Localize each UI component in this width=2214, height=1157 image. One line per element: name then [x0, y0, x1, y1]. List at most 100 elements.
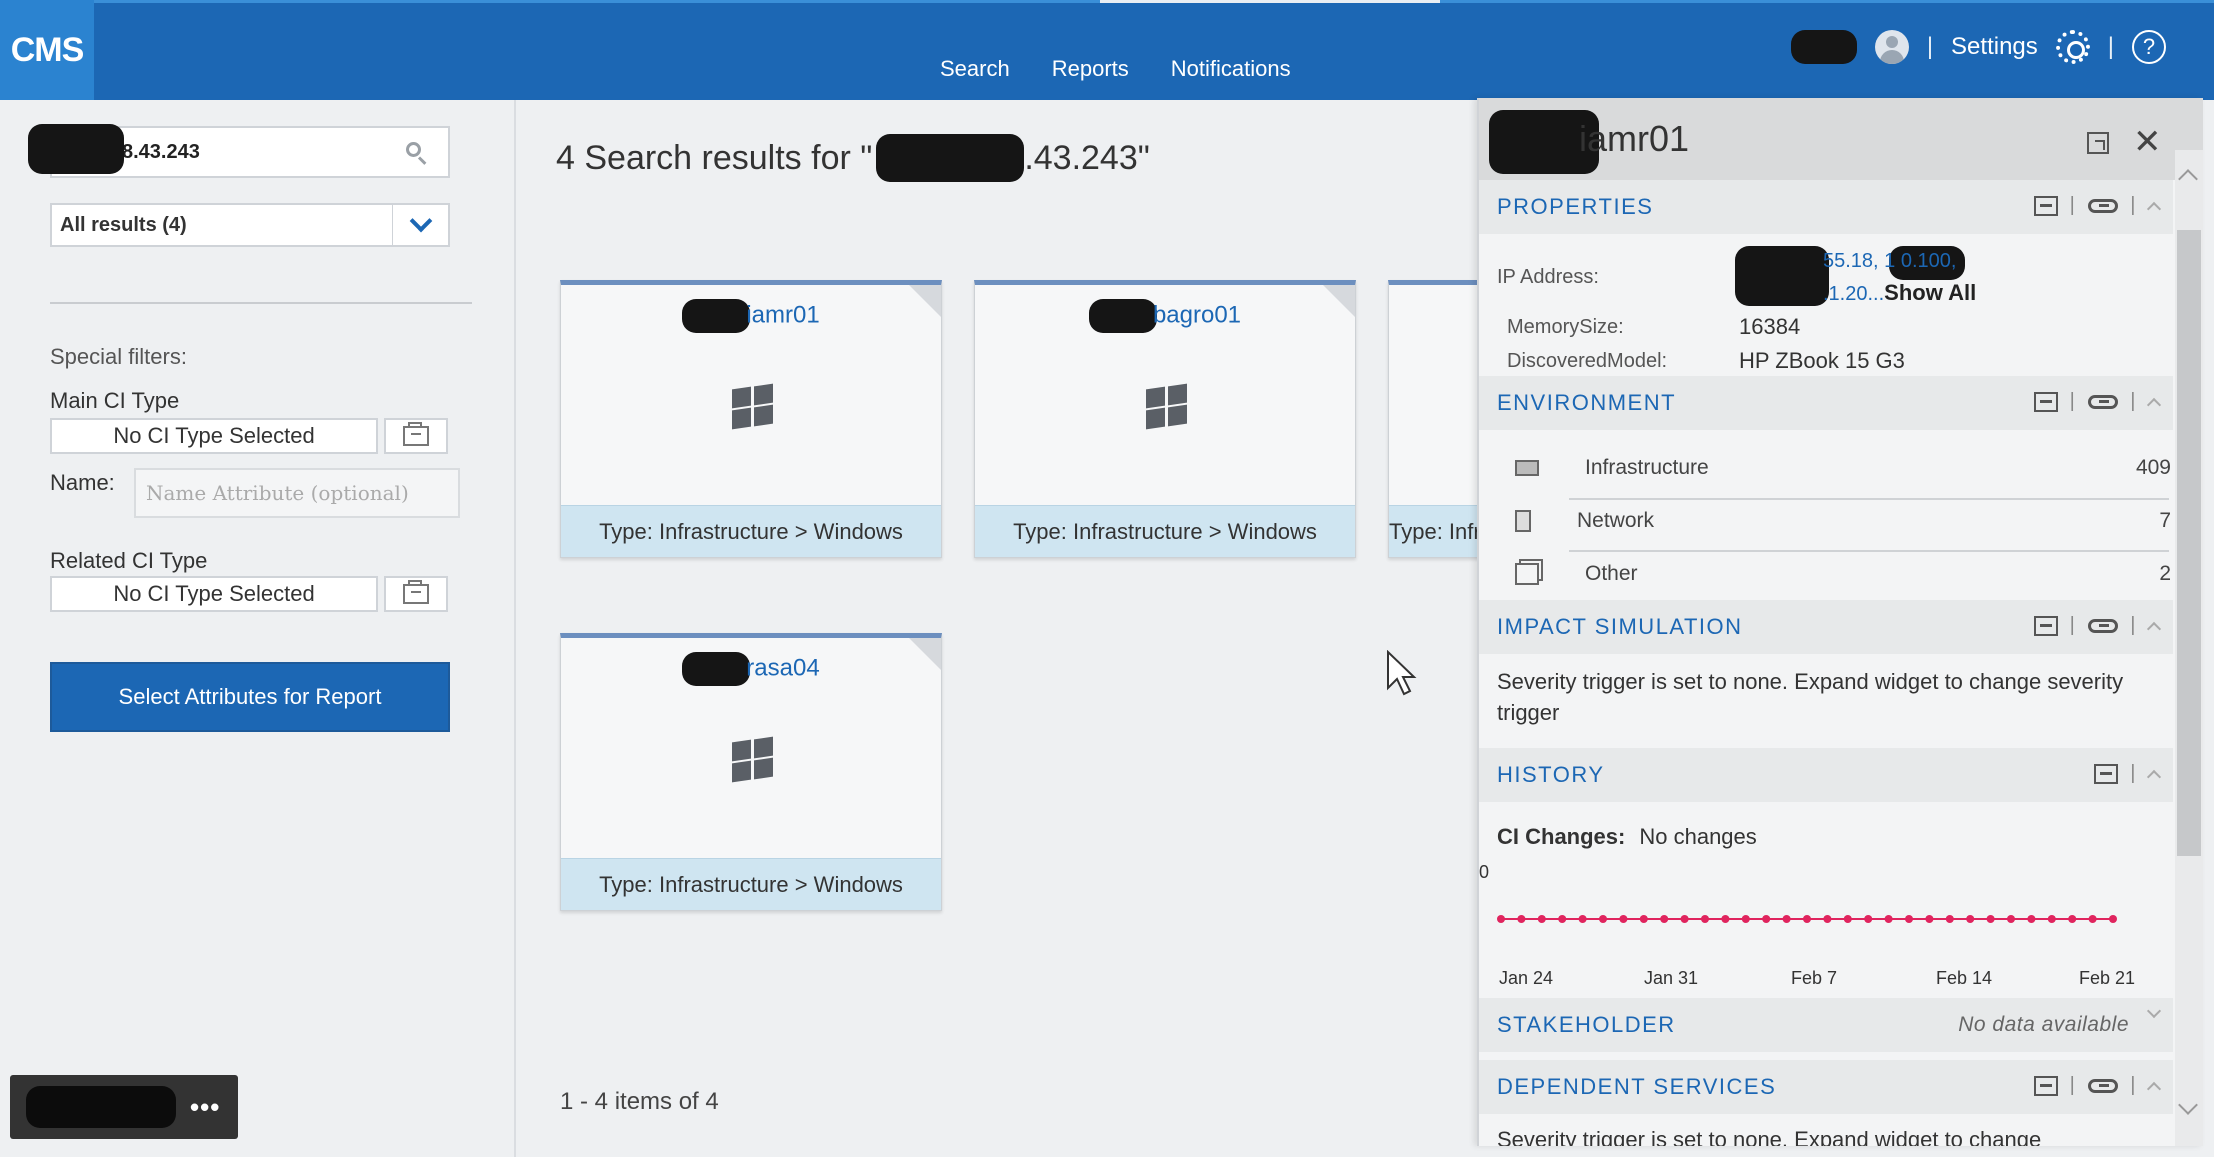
dependent-services-header[interactable]: DEPENDENT SERVICES | |	[1479, 1060, 2173, 1114]
history-point	[1884, 915, 1893, 923]
history-point	[1986, 915, 1995, 923]
history-axis-zero: 0	[1479, 862, 1490, 882]
link-icon[interactable]	[2088, 618, 2119, 633]
redacted-name	[682, 299, 751, 333]
impact-simulation-header[interactable]: IMPACT SIMULATION | |	[1479, 600, 2173, 654]
cms-logo[interactable]: CMS	[0, 0, 94, 100]
card-name[interactable]: rasa04	[561, 652, 941, 686]
count: 2	[2159, 562, 2171, 585]
main-nav: Search Reports Notifications	[940, 56, 1291, 82]
history-point	[1578, 915, 1587, 923]
section-tools: | |	[2033, 614, 2162, 637]
nav-reports[interactable]: Reports	[1052, 56, 1129, 82]
results-filter-select[interactable]: All results (4)	[50, 203, 450, 247]
environment-row-network[interactable]: Network 7	[1501, 495, 2171, 547]
export-icon[interactable]	[2033, 195, 2058, 216]
collapse-icon[interactable]	[2146, 201, 2162, 216]
history-point	[2109, 915, 2117, 923]
redacted-user	[26, 1086, 176, 1128]
windows-icon	[732, 383, 774, 430]
name-label: Name:	[50, 470, 115, 495]
link-icon[interactable]	[2088, 394, 2119, 409]
pager-text: 1 - 4 items of 4	[560, 1088, 719, 1115]
related-ci-type-picker-button[interactable]	[384, 576, 448, 612]
history-point	[1966, 915, 1975, 923]
history-point	[1537, 915, 1546, 923]
search-input[interactable]: 8.43.243	[28, 124, 450, 178]
link-icon[interactable]	[2088, 1078, 2119, 1093]
environment-header[interactable]: ENVIRONMENT | |	[1479, 376, 2173, 430]
name-attribute-input[interactable]: Name Attribute (optional)	[134, 468, 460, 518]
search-icon[interactable]	[406, 142, 428, 165]
history-point	[1680, 915, 1689, 923]
gear-icon[interactable]	[2055, 30, 2090, 64]
detail-scrollbar[interactable]	[2175, 150, 2203, 1146]
stakeholder-header[interactable]: STAKEHOLDER No data available	[1479, 998, 2173, 1052]
history-point	[1925, 915, 1934, 923]
redacted-ip	[876, 134, 1025, 182]
nav-search[interactable]: Search	[940, 56, 1010, 82]
history-point	[2068, 915, 2077, 923]
result-card[interactable]: bagro01 Type: Infrastructure > Windows	[974, 280, 1356, 558]
ip-address-more: .1.20...Show All	[1823, 280, 1977, 305]
count: 7	[2159, 509, 2171, 532]
history-point	[1497, 915, 1505, 923]
user-status-bar[interactable]: •••	[10, 1075, 238, 1139]
export-icon[interactable]	[2033, 615, 2058, 636]
help-icon[interactable]: ?	[2132, 30, 2166, 64]
nav-notifications[interactable]: Notifications	[1171, 56, 1291, 82]
card-name[interactable]: bagro01	[975, 299, 1355, 333]
expand-icon[interactable]	[2146, 1003, 2162, 1019]
collapse-icon[interactable]	[2146, 769, 2162, 784]
search-input-value: 8.43.243	[122, 140, 200, 163]
scroll-thumb[interactable]	[2177, 230, 2201, 856]
discovered-model-value: HP ZBook 15 G3	[1739, 348, 1905, 373]
collapse-icon[interactable]	[2146, 621, 2162, 636]
network-device-icon	[1515, 510, 1531, 532]
collapse-icon[interactable]	[2146, 1081, 2162, 1096]
result-card[interactable]: rasa04 Type: Infrastructure > Windows	[560, 633, 942, 911]
card-type-label: Type: Infrastructure > Windows	[561, 858, 941, 910]
history-point	[2007, 915, 2015, 923]
section-tools: | |	[2033, 1074, 2162, 1097]
environment-row-infrastructure[interactable]: Infrastructure 409	[1501, 442, 2171, 494]
card-name[interactable]: iamr01	[561, 299, 941, 333]
more-options-icon[interactable]: •••	[190, 1092, 220, 1123]
scroll-down-icon[interactable]	[2178, 1095, 2198, 1115]
history-header[interactable]: HISTORY |	[1479, 748, 2173, 802]
collapse-icon[interactable]	[2146, 397, 2162, 412]
properties-header[interactable]: PROPERTIES | |	[1479, 180, 2173, 234]
link-icon[interactable]	[2088, 198, 2119, 213]
history-point	[1660, 915, 1669, 923]
main-ci-type-field[interactable]: No CI Type Selected	[50, 418, 378, 454]
main-ci-type-label: Main CI Type	[50, 388, 180, 413]
windows-icon	[1146, 383, 1188, 430]
show-all-link[interactable]: Show All	[1884, 280, 1976, 305]
ip-address-value: 55.18, 1 0.100,	[1823, 250, 1957, 272]
settings-link[interactable]: Settings	[1951, 33, 2038, 61]
export-icon[interactable]	[2033, 1075, 2058, 1096]
related-ci-type-field[interactable]: No CI Type Selected	[50, 576, 378, 612]
detail-title: iamr01	[1579, 118, 1690, 159]
popout-icon[interactable]	[2087, 132, 2109, 154]
main-ci-type-picker-button[interactable]	[384, 418, 448, 454]
stakeholder-status: No data available	[1958, 1013, 2129, 1036]
scroll-up-icon[interactable]	[2178, 169, 2198, 189]
close-icon[interactable]: ✕	[2133, 122, 2162, 162]
environment-row-other[interactable]: Other 2	[1501, 548, 2171, 600]
stack-icon	[1515, 563, 1539, 585]
folder-icon	[403, 422, 429, 446]
dependent-services-text: Severity trigger is set to none. Expand …	[1497, 1127, 2042, 1146]
export-icon[interactable]	[2033, 391, 2058, 412]
export-icon[interactable]	[2094, 763, 2119, 784]
result-card[interactable]: iamr01 Type: Infrastructure > Windows	[560, 280, 942, 558]
history-point	[2027, 915, 2036, 923]
card-type-label: Type: Infrastructure > Windows	[975, 505, 1355, 557]
computer-icon	[1515, 460, 1539, 476]
history-timeline	[1497, 915, 2117, 923]
select-attributes-button[interactable]: Select Attributes for Report	[50, 662, 450, 732]
user-avatar-icon[interactable]	[1874, 30, 1909, 64]
history-point	[1905, 915, 1913, 923]
divider	[50, 302, 472, 304]
chevron-down-icon[interactable]	[392, 205, 448, 245]
